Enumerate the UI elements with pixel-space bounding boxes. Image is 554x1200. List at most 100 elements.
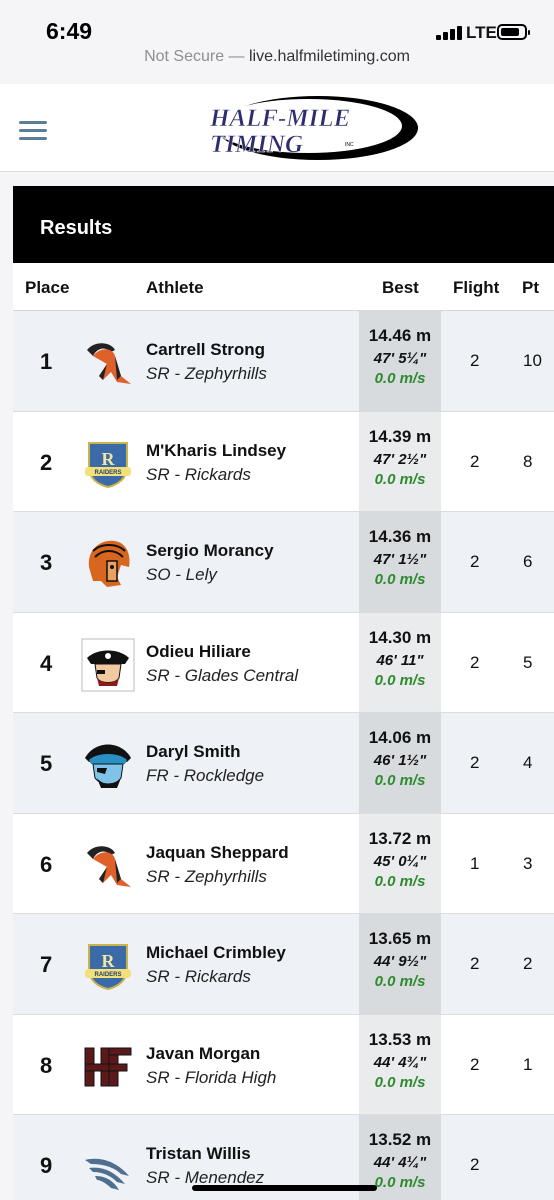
- athlete-team: SR - Glades Central: [146, 665, 299, 685]
- best-wind: 0.0 m/s: [374, 872, 426, 890]
- best-wind: 0.0 m/s: [374, 470, 426, 488]
- logo-line1: HALF-MILE: [209, 105, 350, 132]
- athlete-name[interactable]: Sergio Morancy: [146, 541, 274, 561]
- best-mark: 14.36 m 47' 1½" 0.0 m/s: [359, 512, 441, 612]
- lely-logo-icon: [81, 537, 135, 591]
- svg-text:R: R: [102, 951, 116, 971]
- points-value: 6: [523, 552, 533, 571]
- table-row[interactable]: 4 Odieu Hiliare SR - Glades Central 14.30 m…: [13, 612, 554, 713]
- best-mark: 13.53 m 44' 4¾" 0.0 m/s: [359, 1014, 441, 1114]
- athlete-name[interactable]: Odieu Hiliare: [146, 642, 251, 662]
- table-row[interactable]: 3 Sergio Morancy SO - Lely 14.36 m 47' 1½" 0.…: [13, 512, 554, 613]
- best-feet: 46' 1½": [373, 752, 427, 769]
- points-value: 8: [523, 451, 533, 471]
- half-mile-timing-logo[interactable]: HALF-MILE TIMING INC: [200, 90, 420, 166]
- best-feet: 44' 4¼": [373, 1154, 427, 1171]
- security-label: Not Secure: [144, 48, 225, 65]
- zephyrhills-logo-icon: [81, 839, 135, 893]
- results-title: Results: [13, 186, 554, 263]
- flight-number: 2: [470, 1054, 480, 1074]
- table-row[interactable]: 8 Javan Morgan SR - Florida High 13.53 m 44'…: [13, 1014, 554, 1115]
- table-row[interactable]: 7 R RAIDERS Michael Crimbley SR - Rickards 13…: [13, 914, 554, 1015]
- best-meters: 13.65 m: [368, 929, 432, 948]
- url-domain: live.halfmiletiming.com: [249, 48, 410, 65]
- points-value: 5: [523, 652, 533, 672]
- athlete-name[interactable]: Michael Crimbley: [146, 943, 286, 963]
- flight-number: 2: [470, 652, 480, 672]
- athlete-team: SR - Zephyrhills: [146, 364, 267, 383]
- best-meters: 13.52 m: [368, 1130, 432, 1149]
- best-mark: 14.06 m 46' 1½" 0.0 m/s: [359, 713, 441, 813]
- athlete-team: SR - Rickards: [146, 464, 251, 484]
- athlete-team: SR - Florida High: [146, 1067, 277, 1087]
- best-mark: 14.46 m 47' 5¼" 0.0 m/s: [359, 311, 441, 411]
- athlete-name[interactable]: M'Kharis Lindsey: [146, 441, 286, 461]
- best-mark: 13.65 m 44' 9½" 0.0 m/s: [359, 914, 441, 1014]
- flight-number: 2: [470, 351, 480, 370]
- athlete-name[interactable]: Javan Morgan: [146, 1044, 260, 1064]
- best-wind: 0.0 m/s: [374, 571, 426, 588]
- flight-number: 2: [470, 954, 480, 973]
- place-number: 2: [40, 449, 53, 475]
- best-feet: 47' 2½": [373, 450, 427, 468]
- col-pts: Pt: [522, 278, 539, 297]
- home-indicator[interactable]: [192, 1185, 377, 1191]
- place-number: 4: [40, 650, 53, 676]
- athlete-name[interactable]: Daryl Smith: [146, 742, 240, 762]
- status-bar: 6:49 LTE: [0, 0, 554, 48]
- athlete-name[interactable]: Cartrell Strong: [146, 340, 265, 360]
- best-feet: 47' 5¼": [373, 350, 427, 367]
- best-wind: 0.0 m/s: [374, 973, 426, 990]
- best-meters: 14.39 m: [368, 426, 432, 446]
- flight-number: 2: [470, 1155, 480, 1174]
- athlete-team: SR - Zephyrhills: [146, 866, 267, 886]
- florida-high-logo-icon: [81, 1040, 135, 1094]
- svg-text:R: R: [102, 449, 116, 469]
- svg-text:RAIDERS: RAIDERS: [94, 470, 121, 476]
- site-header: HALF-MILE TIMING INC: [0, 84, 554, 172]
- best-mark: 14.30 m 46' 11" 0.0 m/s: [359, 612, 441, 712]
- points-value: 10: [523, 351, 542, 370]
- athlete-team: FR - Rockledge: [146, 766, 265, 785]
- hamburger-menu-icon[interactable]: [19, 121, 47, 141]
- url-bar[interactable]: Not Secure — live.halfmiletiming.com: [0, 48, 554, 82]
- col-flight: Flight: [453, 278, 500, 297]
- place-number: 3: [40, 550, 53, 575]
- table-row[interactable]: 2 R RAIDERS M'Kharis Lindsey SR - Rickards 14…: [13, 411, 554, 512]
- place-number: 5: [40, 751, 53, 776]
- flight-number: 1: [470, 853, 480, 873]
- best-meters: 14.46 m: [368, 326, 432, 345]
- logo-suffix: INC: [345, 142, 354, 148]
- points-value: 1: [523, 1054, 533, 1074]
- flight-number: 2: [470, 451, 480, 471]
- results-card: Results Place Athlete Best Flight Pt 1 Ca…: [13, 186, 554, 1200]
- best-feet: 44' 4¾": [373, 1053, 427, 1071]
- best-meters: 13.53 m: [368, 1029, 432, 1049]
- best-meters: 14.36 m: [368, 527, 432, 546]
- points-value: 4: [523, 753, 533, 772]
- best-wind: 0.0 m/s: [374, 772, 426, 789]
- table-row[interactable]: 6 Jaquan Sheppard SR - Zephyrhills 13.72 m 4…: [13, 813, 554, 914]
- col-athlete: Athlete: [146, 278, 204, 297]
- rickards-logo-icon: R RAIDERS: [81, 437, 135, 491]
- rockledge-logo-icon: [81, 738, 135, 792]
- svg-text:RAIDERS: RAIDERS: [94, 972, 121, 978]
- athlete-name[interactable]: Tristan Willis: [146, 1144, 251, 1164]
- url-separator: —: [224, 48, 249, 65]
- place-number: 1: [40, 349, 53, 374]
- athlete-name[interactable]: Jaquan Sheppard: [146, 843, 289, 863]
- table-row[interactable]: 5 Daryl Smith FR - Rockledge 14.06 m 46' 1½"…: [13, 713, 554, 814]
- best-meters: 13.72 m: [368, 828, 432, 848]
- signal-icon: [436, 24, 462, 40]
- rickards-logo-icon: R RAIDERS: [81, 939, 135, 993]
- place-number: 7: [40, 952, 53, 977]
- points-value: 2: [523, 954, 533, 973]
- best-feet: 45' 0¼": [373, 852, 427, 870]
- table-row[interactable]: 1 Cartrell Strong SR - Zephyrhills 14.46 m 4…: [13, 311, 554, 412]
- glades-central-logo-icon: [81, 638, 135, 692]
- table-header: Place Athlete Best Flight Pt: [13, 263, 554, 311]
- flight-number: 2: [470, 753, 480, 772]
- best-feet: 46' 11": [376, 651, 424, 669]
- flight-number: 2: [470, 552, 480, 571]
- place-number: 6: [40, 851, 53, 877]
